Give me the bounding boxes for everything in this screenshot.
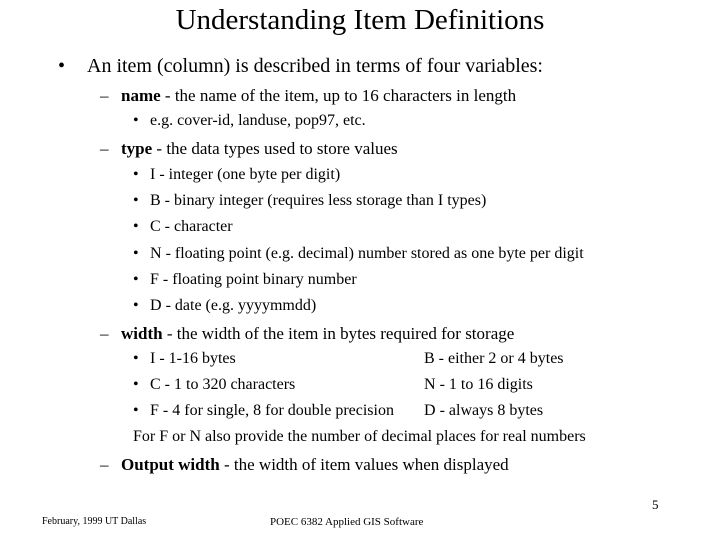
bullet-icon: • [133, 245, 139, 262]
width-note: For F or N also provide the number of de… [133, 428, 586, 445]
type-code: F [150, 271, 159, 288]
bullet-icon: • [133, 350, 139, 367]
name-item: name - the name of the item, up to 16 ch… [121, 86, 516, 106]
type-list-item: B - binary integer (requires less storag… [150, 192, 486, 210]
bullet-icon: • [133, 297, 139, 314]
type-list-item: N - floating point (e.g. decimal) number… [150, 245, 584, 263]
main-bullet-text: An item (column) is described in terms o… [87, 55, 543, 77]
footer-course: POEC 6382 Applied GIS Software [270, 516, 424, 528]
bullet-icon: • [133, 271, 139, 288]
width-code-desc: - 1-16 bytes [155, 350, 236, 367]
width-code-desc: - always 8 bytes [435, 402, 544, 419]
width-code-desc: - either 2 or 4 bytes [434, 350, 564, 367]
width-code: B [424, 350, 435, 367]
width-code-desc: - 4 for single, 8 for double precision [158, 402, 394, 419]
width-code: N [424, 376, 436, 393]
width-code-desc: - 1 to 16 digits [435, 376, 533, 393]
footer-date: February, 1999 UT Dallas [42, 516, 147, 527]
width-code-desc: - 1 to 320 characters [160, 376, 296, 393]
width-right: D - always 8 bytes [424, 402, 543, 420]
type-code: N [150, 245, 162, 262]
type-term: type [121, 139, 153, 158]
type-code: C [150, 218, 161, 235]
bullet-icon: • [133, 218, 139, 235]
type-item: type - the data types used to store valu… [121, 139, 398, 159]
page-number: 5 [652, 497, 659, 512]
width-code: F [150, 402, 159, 419]
bullet-icon: • [133, 402, 139, 419]
name-example: e.g. cover-id, landuse, pop97, etc. [150, 112, 366, 129]
type-code-desc: - date (e.g. yyyymmdd) [161, 297, 317, 314]
width-code: C [150, 376, 161, 393]
dash-icon: – [100, 455, 109, 474]
dash-icon: – [100, 324, 109, 343]
type-code-desc: - character [160, 218, 233, 235]
bullet-icon: • [58, 55, 66, 77]
type-list-item: I - integer (one byte per digit) [150, 166, 340, 184]
type-code-desc: - floating point binary number [158, 271, 357, 288]
width-left: F - 4 for single, 8 for double precision [150, 402, 394, 420]
bullet-icon: • [133, 112, 139, 129]
width-desc: - the width of the item in bytes require… [162, 324, 515, 343]
name-term: name [121, 86, 161, 105]
width-code: D [424, 402, 436, 419]
width-right: B - either 2 or 4 bytes [424, 350, 564, 368]
output-width-item: Output width - the width of item values … [121, 455, 509, 475]
type-code-desc: - integer (one byte per digit) [155, 166, 341, 183]
name-desc: - the name of the item, up to 16 charact… [160, 86, 517, 105]
type-code: D [150, 297, 162, 314]
type-desc: - the data types used to store values [152, 139, 398, 158]
type-list-item: D - date (e.g. yyyymmdd) [150, 297, 316, 315]
type-code-desc: - binary integer (requires less storage … [160, 192, 487, 209]
output-width-term: Output width [121, 455, 220, 474]
width-left: I - 1-16 bytes [150, 350, 236, 368]
bullet-icon: • [133, 192, 139, 209]
type-list-item: F - floating point binary number [150, 271, 357, 289]
width-left: C - 1 to 320 characters [150, 376, 295, 394]
type-list-item: C - character [150, 218, 233, 236]
width-item: width - the width of the item in bytes r… [121, 324, 514, 344]
output-width-desc: - the width of item values when displaye… [219, 455, 509, 474]
width-right: N - 1 to 16 digits [424, 376, 533, 394]
dash-icon: – [100, 139, 109, 158]
slide-title: Understanding Item Definitions [175, 4, 545, 36]
type-code: B [150, 192, 161, 209]
bullet-icon: • [133, 376, 139, 393]
bullet-icon: • [133, 166, 139, 183]
type-code-desc: - floating point (e.g. decimal) number s… [161, 245, 584, 262]
width-term: width [121, 324, 163, 343]
dash-icon: – [100, 86, 109, 105]
